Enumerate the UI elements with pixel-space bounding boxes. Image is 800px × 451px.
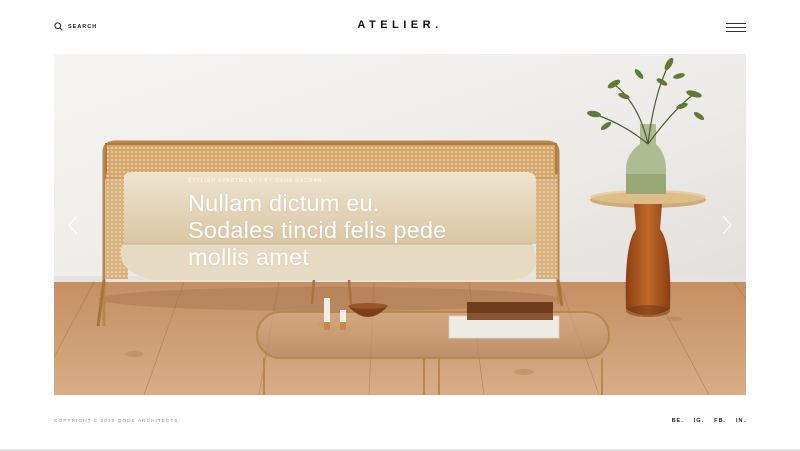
hero-title-line: Nullam dictum eu. (188, 190, 380, 216)
hero-title-line: Sodales tincid felis pede (188, 217, 447, 243)
social-link-linkedin[interactable]: IN. (736, 418, 746, 424)
chevron-left-icon (68, 215, 78, 235)
hero-slider: STYLISH APARTMENT | BY DANA RACHAN Nulla… (54, 54, 746, 395)
site-footer: COPYRIGHT © 2020 QODE ARCHITECTS. BE. IG… (0, 395, 800, 451)
copyright-text: COPYRIGHT © 2020 QODE ARCHITECTS. (54, 419, 181, 424)
hero-title-line: mollis amet (188, 244, 310, 270)
social-link-instagram[interactable]: IG. (694, 418, 704, 424)
site-header: SEARCH ATELIER. (0, 0, 800, 54)
slider-next-button[interactable] (719, 214, 735, 236)
hero-caption: STYLISH APARTMENT | BY DANA RACHAN Nulla… (188, 178, 446, 271)
hero-title: Nullam dictum eu. Sodales tincid felis p… (188, 190, 446, 271)
slider-prev-button[interactable] (65, 214, 81, 236)
hero-eyebrow: STYLISH APARTMENT | BY DANA RACHAN (188, 178, 323, 184)
site-logo[interactable]: ATELIER. (0, 19, 800, 31)
chevron-right-icon (722, 215, 732, 235)
social-link-behance[interactable]: BE. (672, 418, 684, 424)
hamburger-menu-icon[interactable] (726, 22, 746, 34)
social-links: BE. IG. FB. IN. (672, 418, 746, 424)
social-link-facebook[interactable]: FB. (714, 418, 726, 424)
